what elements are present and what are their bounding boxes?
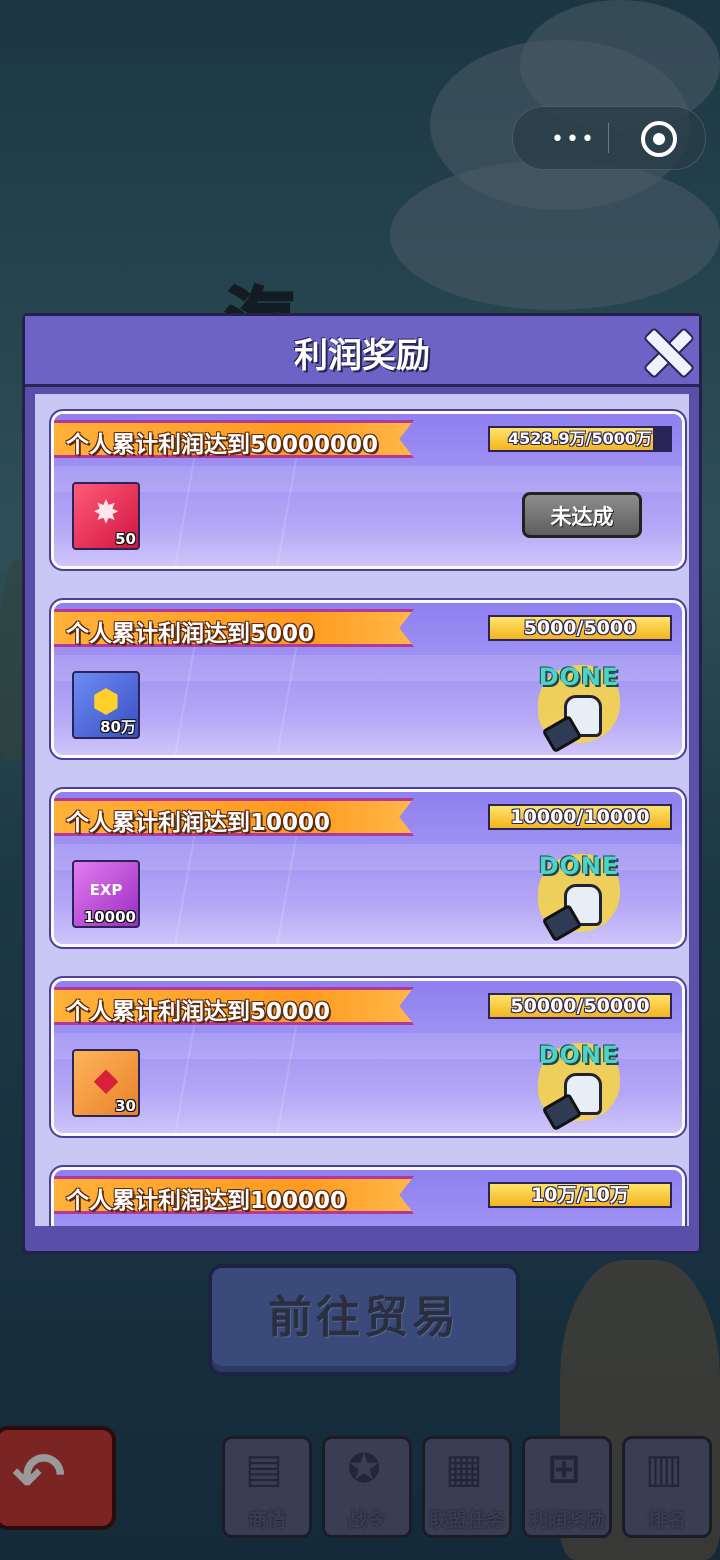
goal-text: 个人累计利润达到10000	[66, 810, 331, 836]
reward-card: 个人累计利润达到100000 10万/10万	[49, 1165, 687, 1226]
exp-card-icon[interactable]: EXP 10000	[72, 860, 140, 928]
goal-banner: 个人累计利润达到100000	[54, 1176, 414, 1214]
profit-reward-dialog: 利润奖励 个人累计利润达到50000000 4528.9万/5000万 ✸ 50…	[22, 313, 702, 1254]
item-quantity: 80万	[100, 718, 136, 736]
tab-battle-pass[interactable]: ✪ 战令	[322, 1436, 412, 1538]
close-button[interactable]	[641, 326, 691, 376]
goal-banner: 个人累计利润达到50000	[54, 987, 414, 1025]
bar-chart-icon: ▥	[645, 1446, 683, 1492]
progress-text: 10万/10万	[531, 1184, 629, 1206]
card-band	[54, 466, 682, 492]
reward-card: 个人累计利润达到50000000 4528.9万/5000万 ✸ 50 未达成	[49, 409, 687, 571]
gold-coins-icon[interactable]: ⬢ 80万	[72, 671, 140, 739]
progress-bar: 10000/10000	[488, 804, 672, 830]
tab-label: 联盟任务	[428, 1509, 505, 1531]
done-stamp-icon: DONE	[534, 1037, 624, 1132]
not-achieved-button[interactable]: 未达成	[522, 492, 642, 538]
mini-program-capsule: •••	[512, 106, 706, 170]
tab-label: 商情	[247, 1509, 286, 1531]
goal-text: 个人累计利润达到50000000	[66, 432, 379, 458]
dialog-title: 利润奖励	[294, 336, 430, 376]
progress-bar: 10万/10万	[488, 1182, 672, 1208]
calendar-check-icon: ▦	[445, 1446, 483, 1492]
progress-bar: 5000/5000	[488, 615, 672, 641]
dialog-header: 利润奖励	[25, 316, 699, 387]
tab-market-info[interactable]: ▤ 商情	[222, 1436, 312, 1538]
reward-list[interactable]: 个人累计利润达到50000000 4528.9万/5000万 ✸ 50 未达成 …	[35, 394, 689, 1226]
item-quantity: 10000	[83, 908, 136, 926]
medal-icon: ✪	[347, 1446, 381, 1492]
red-badge-icon[interactable]: ✸ 50	[72, 482, 140, 550]
tab-label: 排名	[647, 1509, 686, 1531]
done-stamp-icon: DONE	[534, 659, 624, 754]
gem-glyph: ◆	[93, 1060, 119, 1098]
goal-text: 个人累计利润达到5000	[66, 621, 315, 647]
gift-icon: ⊞	[547, 1446, 581, 1492]
capsule-divider	[608, 123, 609, 153]
goal-text: 个人累计利润达到100000	[66, 1188, 347, 1214]
back-arrow-icon: ↶	[12, 1440, 66, 1514]
exp-glyph: EXP	[89, 881, 123, 899]
go-trade-label: 前往贸易	[268, 1292, 460, 1343]
tab-label: 利润奖励	[528, 1509, 605, 1531]
item-quantity: 30	[115, 1097, 136, 1115]
done-label: DONE	[538, 1041, 620, 1069]
progress-text: 50000/50000	[510, 995, 650, 1017]
report-search-icon: ▤	[245, 1446, 283, 1492]
tab-ranking[interactable]: ▥ 排名	[622, 1436, 712, 1538]
goal-banner: 个人累计利润达到5000	[54, 609, 414, 647]
done-label: DONE	[538, 852, 620, 880]
progress-bar: 4528.9万/5000万	[488, 426, 672, 452]
progress-text: 5000/5000	[523, 617, 637, 639]
goal-banner: 个人累计利润达到50000000	[54, 420, 414, 458]
done-stamp-icon: DONE	[534, 848, 624, 943]
tab-profit-rewards[interactable]: ⊞ 利润奖励	[522, 1436, 612, 1538]
progress-text: 4528.9万/5000万	[507, 429, 653, 448]
done-label: DONE	[538, 663, 620, 691]
goal-text: 个人累计利润达到50000	[66, 999, 331, 1025]
red-gem-icon[interactable]: ◆ 30	[72, 1049, 140, 1117]
tab-alliance-tasks[interactable]: ▦ 联盟任务	[422, 1436, 512, 1538]
tab-label: 战令	[347, 1509, 386, 1531]
back-button[interactable]: ↶	[0, 1426, 116, 1530]
progress-text: 10000/10000	[510, 806, 650, 828]
badge-glyph: ✸	[92, 493, 120, 531]
close-miniprogram-icon[interactable]	[641, 121, 677, 157]
reward-card: 个人累计利润达到5000 5000/5000 ⬢ 80万 DONE	[49, 598, 687, 760]
more-icon[interactable]: •••	[551, 127, 596, 152]
goal-banner: 个人累计利润达到10000	[54, 798, 414, 836]
progress-bar: 50000/50000	[488, 993, 672, 1019]
item-quantity: 50	[115, 530, 136, 548]
reward-card: 个人累计利润达到50000 50000/50000 ◆ 30 DONE	[49, 976, 687, 1138]
reward-card: 个人累计利润达到10000 10000/10000 EXP 10000 DONE	[49, 787, 687, 949]
go-trade-button[interactable]: 前往贸易	[208, 1264, 520, 1376]
